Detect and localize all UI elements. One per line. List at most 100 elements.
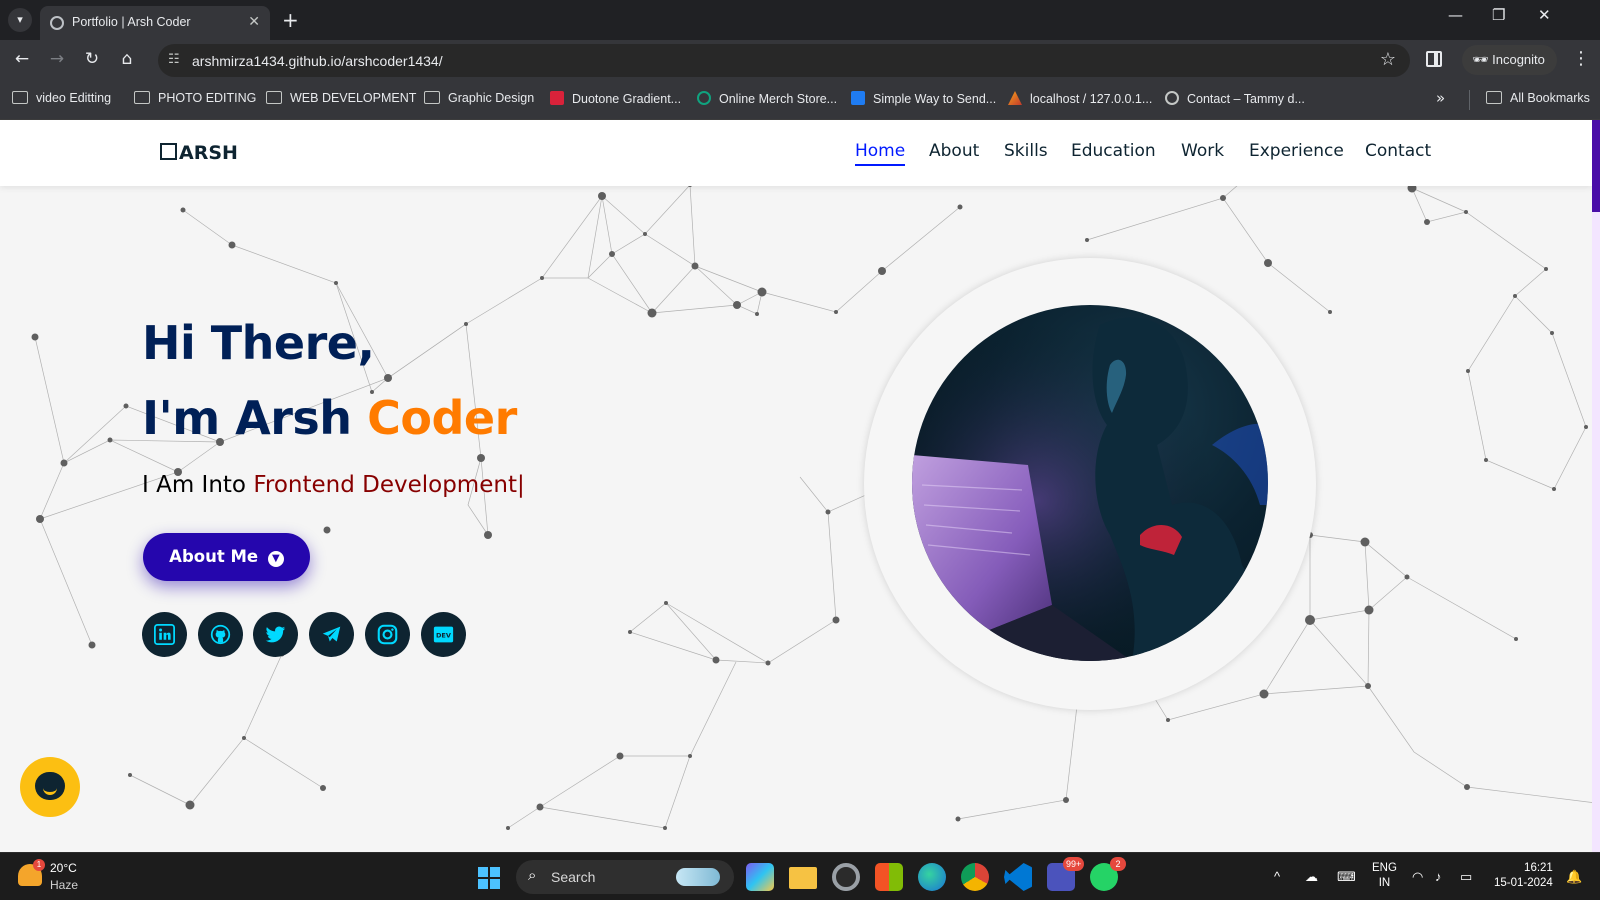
- site-logo[interactable]: ARSH: [160, 142, 238, 164]
- linkedin-link[interactable]: [142, 612, 187, 657]
- folder-icon: [134, 91, 150, 104]
- bookmark-item[interactable]: PHOTO EDITING: [134, 91, 256, 105]
- clock-time: 16:21: [1524, 862, 1553, 874]
- arrow-down-circle-icon: ▼: [267, 551, 284, 567]
- language-code: ENG: [1372, 862, 1397, 874]
- about-me-button[interactable]: About Me ▼: [143, 533, 310, 581]
- taskbar-search[interactable]: ⌕ Search: [516, 860, 734, 894]
- wifi-icon[interactable]: ◠: [1412, 869, 1423, 885]
- nav-work[interactable]: Work: [1181, 141, 1224, 161]
- weather-temperature[interactable]: 20°C: [50, 861, 77, 875]
- tab-search-button[interactable]: ▾: [8, 8, 32, 32]
- bookmark-item[interactable]: localhost / 127.0.0.1...: [1008, 91, 1152, 106]
- nav-about[interactable]: About: [929, 141, 979, 161]
- onedrive-icon[interactable]: ☁: [1305, 869, 1318, 885]
- windows-start-icon[interactable]: [478, 867, 500, 889]
- chevron-up-icon[interactable]: ^: [1274, 869, 1280, 884]
- side-panel-icon[interactable]: [1426, 51, 1442, 67]
- bookmark-label: PHOTO EDITING: [158, 91, 257, 105]
- edge-icon[interactable]: [918, 863, 946, 891]
- nav-home[interactable]: Home: [855, 141, 906, 166]
- bookmark-item[interactable]: Simple Way to Send...: [851, 91, 996, 106]
- incognito-label: Incognito: [1492, 52, 1545, 67]
- whatsapp-badge: 2: [1110, 857, 1126, 871]
- bookmark-item[interactable]: video Editting: [12, 91, 111, 105]
- windows-taskbar: 1 20°C Haze ⌕ Search 99+ 2 ^ ☁ ⌨ ENG IN …: [0, 852, 1600, 900]
- site-info-icon[interactable]: ☷: [168, 52, 180, 67]
- reload-icon[interactable]: ↻: [81, 49, 103, 69]
- copilot-icon[interactable]: [746, 863, 774, 891]
- logo-box-icon: [160, 143, 177, 160]
- bookmark-label: Contact – Tammy d...: [1187, 92, 1305, 106]
- github-link[interactable]: [198, 612, 243, 657]
- folder-icon: [266, 91, 282, 104]
- bookmark-item[interactable]: Contact – Tammy d...: [1165, 91, 1305, 106]
- bookmark-item[interactable]: WEB DEVELOPMENT: [266, 91, 416, 105]
- minimize-button[interactable]: —: [1448, 6, 1463, 24]
- volume-icon[interactable]: ♪: [1435, 869, 1442, 884]
- typed-text: Frontend Development: [253, 472, 517, 498]
- nav-experience[interactable]: Experience: [1249, 141, 1344, 161]
- chrome-icon[interactable]: [961, 863, 989, 891]
- instagram-link[interactable]: [365, 612, 410, 657]
- system-clock[interactable]: 16:21 15-01-2024: [1494, 861, 1553, 891]
- store-icon[interactable]: [875, 863, 903, 891]
- taskbar-search-label: Search: [551, 869, 596, 885]
- folder-icon: [12, 91, 28, 104]
- home-icon[interactable]: ⌂: [116, 49, 138, 69]
- bookmark-item[interactable]: Duotone Gradient...: [550, 91, 681, 106]
- typing-cursor: |: [516, 472, 525, 498]
- all-bookmarks[interactable]: All Bookmarks: [1486, 91, 1590, 105]
- weather-condition[interactable]: Haze: [50, 878, 78, 892]
- telegram-link[interactable]: [309, 612, 354, 657]
- site-header: ARSH Home About Skills Education Work Ex…: [0, 120, 1592, 186]
- search-icon: ⌕: [528, 867, 537, 884]
- duotone-icon: [550, 91, 564, 105]
- nav-contact[interactable]: Contact: [1365, 141, 1431, 161]
- twitter-icon: [265, 626, 286, 643]
- globe-icon: [1165, 91, 1179, 105]
- bookmarks-overflow-icon[interactable]: »: [1436, 89, 1445, 107]
- address-bar[interactable]: ☷ arshmirza1434.github.io/arshcoder1434/…: [158, 44, 1410, 77]
- keyboard-icon[interactable]: ⌨: [1337, 869, 1356, 885]
- dev-link[interactable]: DEV: [421, 612, 466, 657]
- bookmark-item[interactable]: Online Merch Store...: [697, 91, 837, 106]
- nav-education[interactable]: Education: [1071, 141, 1156, 161]
- bookmark-star-icon[interactable]: ☆: [1380, 49, 1396, 70]
- settings-icon[interactable]: [832, 863, 860, 891]
- tab-close-button[interactable]: ✕: [248, 13, 260, 30]
- nav-skills[interactable]: Skills: [1004, 141, 1048, 161]
- notifications-bell-icon[interactable]: 🔔: [1566, 869, 1582, 885]
- search-highlight-icon: [676, 868, 720, 886]
- profile-image: [912, 305, 1268, 661]
- scrollbar-thumb[interactable]: [1592, 120, 1600, 212]
- hero-greeting: Hi There,: [142, 316, 375, 370]
- forward-icon[interactable]: →: [46, 49, 68, 69]
- incognito-icon: 🕶: [1472, 52, 1493, 67]
- back-icon[interactable]: ←: [11, 49, 33, 69]
- page-scrollbar[interactable]: [1592, 120, 1600, 852]
- incognito-badge[interactable]: 🕶 Incognito: [1462, 45, 1557, 75]
- chat-icon: [35, 772, 65, 800]
- bookmark-label: localhost / 127.0.0.1...: [1030, 92, 1153, 106]
- close-window-button[interactable]: ✕: [1538, 6, 1551, 24]
- restore-button[interactable]: ❐: [1492, 6, 1505, 24]
- url-text[interactable]: arshmirza1434.github.io/arshcoder1434/: [192, 53, 443, 69]
- region-code: IN: [1378, 877, 1391, 889]
- bookmark-label: WEB DEVELOPMENT: [290, 91, 417, 105]
- chat-widget-button[interactable]: [20, 757, 80, 817]
- bookmark-item[interactable]: Graphic Design: [424, 91, 534, 105]
- browser-tab[interactable]: Portfolio | Arsh Coder ✕: [40, 6, 270, 40]
- chatgpt-icon: [697, 91, 711, 105]
- phpmyadmin-icon: [1008, 91, 1022, 105]
- file-explorer-icon[interactable]: [789, 867, 817, 889]
- hero-name-prefix: I'm Arsh: [142, 391, 368, 445]
- logo-text: ARSH: [179, 142, 238, 164]
- hero-tagline: I Am Into Frontend Development|: [142, 472, 525, 498]
- twitter-link[interactable]: [253, 612, 298, 657]
- vscode-icon[interactable]: [1004, 863, 1032, 891]
- battery-icon[interactable]: ▭: [1460, 869, 1472, 885]
- new-tab-button[interactable]: +: [282, 8, 299, 32]
- kebab-menu-icon[interactable]: ⋮: [1572, 48, 1590, 69]
- language-indicator[interactable]: ENG IN: [1372, 861, 1397, 891]
